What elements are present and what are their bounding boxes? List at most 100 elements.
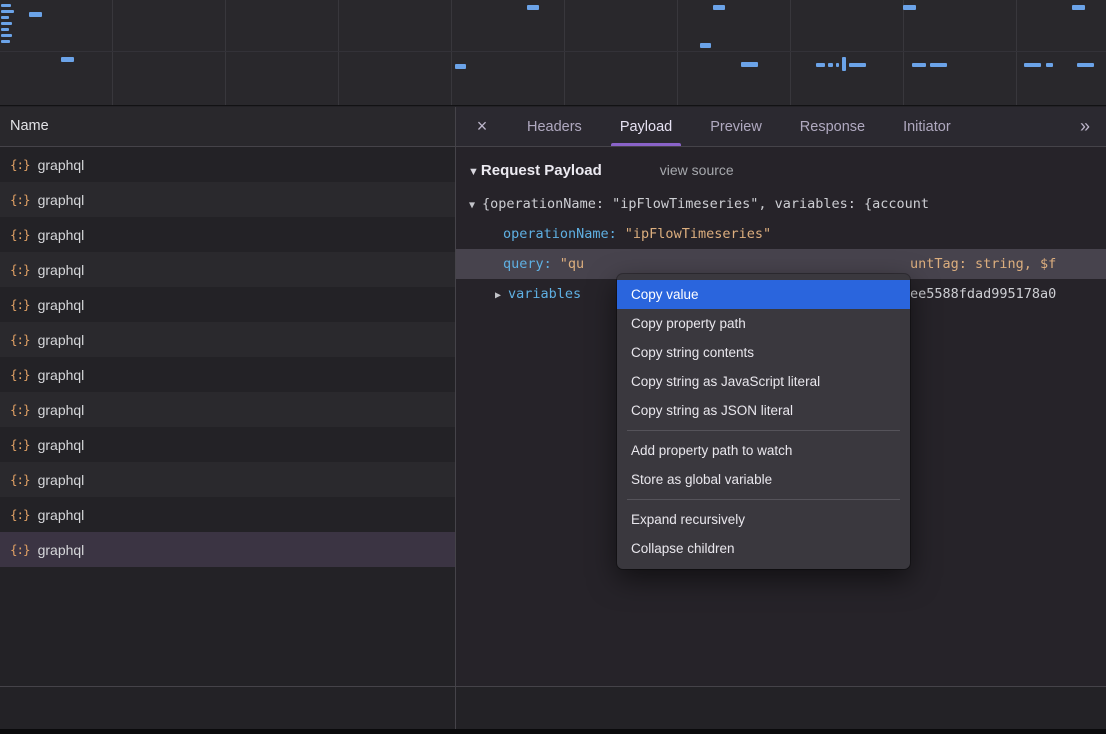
context-menu: Copy valueCopy property pathCopy string …	[617, 274, 910, 569]
menu-item-add-property-path-to-watch[interactable]: Add property path to watch	[617, 436, 910, 465]
request-name: graphql	[38, 437, 85, 453]
timing-bar	[828, 63, 833, 67]
json-icon: {:}	[10, 367, 30, 382]
timing-bar	[1077, 63, 1094, 67]
triangle-down-icon[interactable]: ▼	[468, 166, 479, 178]
timing-bar	[527, 5, 539, 10]
timing-bar	[903, 5, 916, 10]
requests-list: {:} graphql {:} graphql {:} graphql {:} graphql…	[0, 147, 455, 686]
request-row[interactable]: {:} graphql	[0, 182, 455, 217]
json-icon: {:}	[10, 402, 30, 417]
property-key: operationName:	[503, 226, 617, 242]
request-name: graphql	[38, 192, 85, 208]
timing-bar	[1, 28, 9, 31]
timing-bar	[1072, 5, 1085, 10]
timing-bar	[849, 63, 866, 67]
close-icon[interactable]: ×	[456, 107, 508, 146]
devtools-network-panel: Name {:}graphql{:}graphql{:}graphql{:}gr…	[0, 0, 1106, 734]
timing-bar	[700, 43, 711, 48]
json-icon: {:}	[10, 192, 30, 207]
request-name: graphql	[38, 507, 85, 523]
property-value-continued: untTag: string, $f	[910, 249, 1056, 279]
timing-bar	[29, 12, 42, 17]
request-row[interactable]: {:} graphql	[0, 462, 455, 497]
payload-row-operationname[interactable]: operationName: "ipFlowTimeseries"	[456, 219, 1106, 249]
menu-item-expand-recursively[interactable]: Expand recursively	[617, 505, 910, 534]
json-icon: {:}	[10, 227, 30, 242]
menu-item-copy-string-contents[interactable]: Copy string contents	[617, 338, 910, 367]
menu-item-copy-string-as-javascript-literal[interactable]: Copy string as JavaScript literal	[617, 367, 910, 396]
json-icon: {:}	[10, 332, 30, 347]
view-source-link[interactable]: view source	[660, 162, 734, 178]
timing-bar	[1, 4, 11, 7]
property-key: query:	[503, 256, 552, 272]
triangle-down-icon[interactable]: ▼	[469, 200, 475, 211]
triangle-right-icon[interactable]: ▶	[495, 290, 501, 301]
property-value: "qu	[560, 256, 584, 272]
menu-separator	[627, 499, 900, 500]
requests-panel: Name {:}graphql{:}graphql{:}graphql{:}gr…	[0, 107, 456, 686]
tab-response[interactable]: Response	[781, 107, 884, 146]
menu-item-copy-value[interactable]: Copy value	[617, 280, 910, 309]
menu-item-collapse-children[interactable]: Collapse children	[617, 534, 910, 563]
panel-resizer[interactable]	[452, 107, 459, 729]
json-icon: {:}	[10, 507, 30, 522]
request-name: graphql	[38, 157, 85, 173]
timing-bar	[912, 63, 926, 67]
timing-bar	[1, 34, 12, 37]
property-preview-continued: ee5588fdad995178a0	[910, 279, 1056, 309]
window-bottom-edge	[0, 729, 1106, 734]
request-row[interactable]: {:} graphql	[0, 252, 455, 287]
json-icon: {:}	[10, 157, 30, 172]
request-name: graphql	[38, 262, 85, 278]
timing-bar	[836, 63, 839, 67]
timing-bar	[741, 62, 758, 67]
chevron-double-right-icon[interactable]: »	[1064, 107, 1106, 146]
request-row[interactable]: {:} graphql	[0, 357, 455, 392]
property-key: variables	[508, 286, 581, 302]
tab-headers[interactable]: Headers	[508, 107, 601, 146]
request-row[interactable]: {:}graphql	[0, 427, 455, 462]
request-row[interactable]: {:} graphql	[0, 392, 455, 427]
network-overview-timeline[interactable]	[0, 0, 1106, 106]
timing-bar	[1046, 63, 1053, 67]
request-payload-section-header: ▼ Request Payload view source	[456, 147, 1106, 183]
request-name: graphql	[38, 367, 85, 383]
tab-preview[interactable]: Preview	[691, 107, 781, 146]
property-value: "ipFlowTimeseries"	[625, 226, 771, 242]
timing-bar	[61, 57, 74, 62]
timing-bar	[1, 22, 12, 25]
tab-payload[interactable]: Payload	[601, 107, 691, 146]
request-name: graphql	[38, 542, 85, 558]
timing-bar	[455, 64, 466, 69]
menu-item-copy-string-as-json-literal[interactable]: Copy string as JSON literal	[617, 396, 910, 425]
payload-root-preview: {operationName: "ipFlowTimeseries", vari…	[482, 196, 929, 212]
request-name: graphql	[38, 297, 85, 313]
request-row[interactable]: {:} graphql	[0, 497, 455, 532]
request-name: graphql	[38, 402, 85, 418]
timing-bar	[930, 63, 947, 67]
json-icon: {:}	[10, 472, 30, 487]
request-name: graphql	[38, 227, 85, 243]
json-icon: {:}	[10, 542, 30, 557]
request-row[interactable]: {:} graphql	[0, 322, 455, 357]
payload-root-row[interactable]: ▼ {operationName: "ipFlowTimeseries", var…	[456, 189, 1106, 219]
request-row[interactable]: {:} graphql	[0, 287, 455, 322]
details-tabs: HeadersPayloadPreviewResponseInitiator	[508, 107, 970, 146]
request-row[interactable]: {:} graphql	[0, 217, 455, 252]
requests-name-column-header[interactable]: Name	[0, 107, 455, 147]
request-row[interactable]: {:} graphql	[0, 532, 455, 567]
menu-item-store-as-global-variable[interactable]: Store as global variable	[617, 465, 910, 494]
timing-bar	[1, 16, 9, 19]
timing-bar	[842, 57, 846, 71]
json-icon: {:}	[10, 297, 30, 312]
request-name: graphql	[38, 472, 85, 488]
request-name: graphql	[38, 332, 85, 348]
menu-item-copy-property-path[interactable]: Copy property path	[617, 309, 910, 338]
timing-bar	[816, 63, 825, 67]
request-row[interactable]: {:} graphql	[0, 147, 455, 182]
json-icon: {:}	[10, 262, 30, 277]
timing-bar	[1024, 63, 1041, 67]
details-tabbar: × HeadersPayloadPreviewResponseInitiator…	[456, 107, 1106, 147]
tab-initiator[interactable]: Initiator	[884, 107, 970, 146]
